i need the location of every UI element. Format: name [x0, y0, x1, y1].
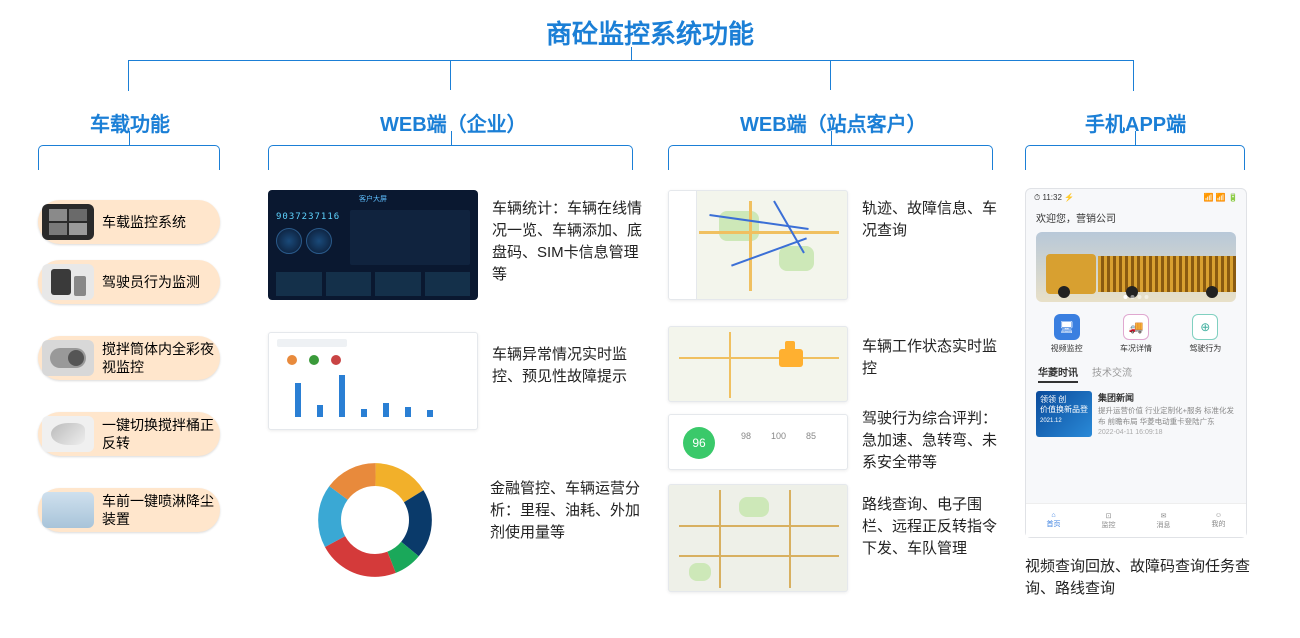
phone-status-icons: 📶 📶 🔋 — [1204, 193, 1238, 203]
col2-desc1: 车辆统计：车辆在线情况一览、车辆添加、底盘码、SIM卡信息管理等 — [492, 198, 647, 286]
col4-summary: 视频查询回放、故障码查询任务查询、路线查询 — [1025, 556, 1250, 600]
enterprise-dashboard: 客户大屏 9037237116 — [268, 190, 478, 300]
phone-tab-status[interactable]: 🚚 车况详情 — [1120, 314, 1152, 354]
col3-desc3: 驾驶行为综合评判：急加速、急转弯、未系安全带等 — [862, 408, 997, 474]
nav-monitor[interactable]: ⊡监控 — [1102, 512, 1116, 530]
spray-icon — [42, 492, 94, 528]
pill-label: 车载监控系统 — [102, 213, 186, 231]
col-title-2: WEB端（企业） — [380, 108, 527, 137]
monitor-icon — [42, 204, 94, 240]
pill-label: 车前一键喷淋降尘装置 — [102, 492, 216, 528]
pill-label: 搅拌筒体内全彩夜视监控 — [102, 340, 216, 376]
pill-driver-behavior: 驾驶员行为监测 — [38, 260, 220, 304]
news-body: 提升运营价值 行业定制化+服务 标准化发布 前瞻布局 华菱电动重卡登陆广东 — [1098, 405, 1236, 427]
col3-desc4: 路线查询、电子围栏、远程正反转指令下发、车队管理 — [862, 494, 997, 560]
score-a: 98 — [741, 431, 751, 441]
sub-bracket-4 — [1025, 145, 1245, 170]
pill-label: 一键切换搅拌桶正反转 — [102, 416, 216, 452]
pill-monitor-system: 车载监控系统 — [38, 200, 220, 244]
col-title-1: 车载功能 — [90, 108, 170, 137]
pill-drum-vision: 搅拌筒体内全彩夜视监控 — [38, 336, 220, 380]
col3-desc2: 车辆工作状态实时监控 — [862, 336, 997, 380]
map-route-query — [668, 484, 848, 592]
col2-desc2: 车辆异常情况实时监控、预见性故障提示 — [492, 344, 647, 388]
phone-tab-video[interactable]: 🖥 视频监控 — [1051, 314, 1083, 354]
truck-hero — [1036, 232, 1236, 302]
subtab-tech[interactable]: 技术交流 — [1092, 364, 1132, 383]
pill-drum-rotate: 一键切换搅拌桶正反转 — [38, 412, 220, 456]
top-bracket — [128, 60, 1134, 61]
nav-mine[interactable]: ☺我的 — [1212, 512, 1226, 529]
nav-message[interactable]: ✉消息 — [1157, 512, 1171, 530]
news-date: 2022-04-11 16:09:18 — [1098, 429, 1236, 436]
sub-bracket-2 — [268, 145, 633, 170]
donut-chart — [315, 460, 435, 580]
map-status — [668, 326, 848, 402]
counter: 9037237116 — [276, 212, 340, 222]
nav-home[interactable]: ⌂首页 — [1047, 512, 1061, 529]
col-title-3: WEB端（站点客户） — [740, 108, 927, 137]
drop-col3 — [830, 61, 831, 90]
sub-bracket-1 — [38, 145, 220, 170]
score-badge: 96 — [683, 427, 715, 459]
news-title: 集团新闻 — [1098, 391, 1236, 404]
map-track — [668, 190, 848, 300]
phone-time: ⏱ 11:32 ⚡ — [1034, 193, 1074, 203]
sub-bracket-3 — [668, 145, 993, 170]
phone-tab-behavior[interactable]: ⊕ 驾驶行为 — [1189, 314, 1221, 354]
drop-col2 — [450, 61, 451, 90]
pill-spray: 车前一键喷淋降尘装置 — [38, 488, 220, 532]
pill-label: 驾驶员行为监测 — [102, 273, 200, 291]
phone-welcome: 欢迎您，营销公司 — [1026, 207, 1246, 228]
score-b: 100 — [771, 431, 786, 441]
truck-icon — [42, 416, 94, 452]
enterprise-bar-chart — [268, 332, 478, 430]
col2-desc3: 金融管控、车辆运营分析：里程、油耗、外加剂使用量等 — [490, 478, 645, 544]
phone-mockup: ⏱ 11:32 ⚡ 📶 📶 🔋 欢迎您，营销公司 🖥 视频监控 🚚 车况详情 ⊕… — [1025, 188, 1247, 538]
camera-icon — [42, 340, 94, 376]
diagram-title: 商砼监控系统功能 — [546, 14, 754, 51]
score-c: 85 — [806, 431, 816, 441]
col3-desc1: 轨迹、故障信息、车况查询 — [862, 198, 997, 242]
subtab-news[interactable]: 华菱时讯 — [1038, 364, 1078, 383]
score-panel: 96 98 100 85 — [668, 414, 848, 470]
driver-icon — [42, 264, 94, 300]
news-thumb: 领领 创价值换新品登2021.12 — [1036, 391, 1092, 437]
